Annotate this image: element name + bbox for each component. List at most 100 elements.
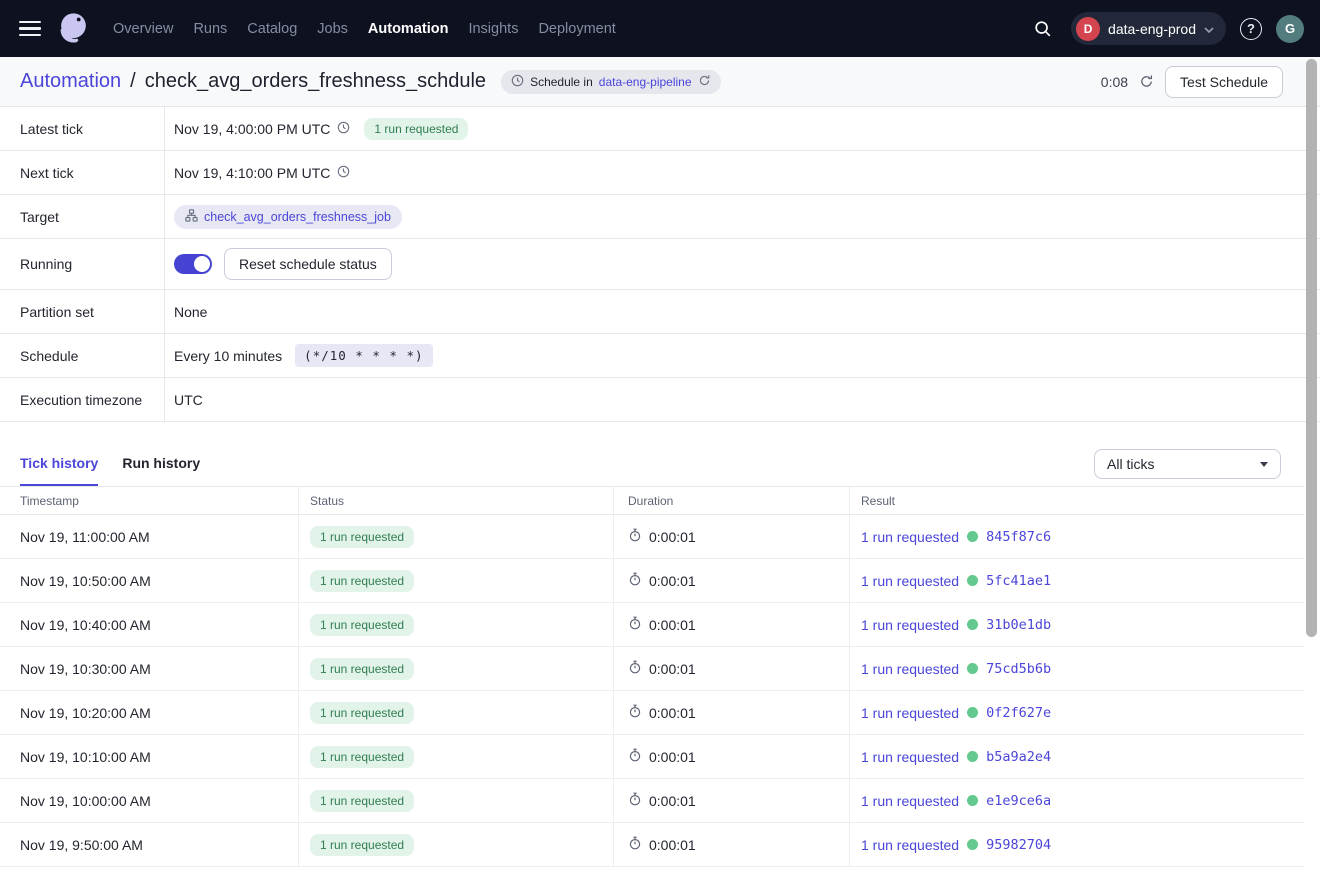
runs-requested-link[interactable]: 1 run requested <box>861 661 959 677</box>
status-badge: 1 run requested <box>310 570 414 592</box>
nav-item-automation[interactable]: Automation <box>368 21 449 37</box>
clock-icon <box>337 165 350 181</box>
schedule-details: Latest tick Nov 19, 4:00:00 PM UTC 1 run… <box>0 107 1320 422</box>
partition-set-value: None <box>174 304 207 320</box>
tick-result-cell: 1 run requested 95982704 <box>850 823 1304 867</box>
stopwatch-icon <box>628 572 642 589</box>
status-badge: 1 run requested <box>310 614 414 636</box>
run-success-dot <box>967 619 978 630</box>
runs-requested-link[interactable]: 1 run requested <box>861 793 959 809</box>
run-id-link[interactable]: 5fc41ae1 <box>986 573 1051 589</box>
tick-duration-cell: 0:00:01 <box>614 515 850 559</box>
caret-down-icon <box>1260 462 1268 467</box>
run-success-dot <box>967 795 978 806</box>
nav-item-catalog[interactable]: Catalog <box>247 21 297 37</box>
latest-tick-row: Latest tick Nov 19, 4:00:00 PM UTC 1 run… <box>0 107 1320 151</box>
chevron-down-icon <box>1204 20 1214 38</box>
reset-schedule-status-button[interactable]: Reset schedule status <box>224 248 392 280</box>
stopwatch-icon <box>628 528 642 545</box>
run-id-link[interactable]: 75cd5b6b <box>986 661 1051 677</box>
runs-requested-link[interactable]: 1 run requested <box>861 617 959 633</box>
status-badge: 1 run requested <box>310 746 414 768</box>
tick-filter-select[interactable]: All ticks <box>1094 449 1281 479</box>
dagster-octopus-logo[interactable] <box>54 10 92 48</box>
tick-timestamp: Nov 19, 10:50:00 AM <box>0 559 299 603</box>
schedule-label: Schedule <box>0 334 165 377</box>
latest-tick-value: Nov 19, 4:00:00 PM UTC <box>174 121 330 137</box>
tick-timestamp: Nov 19, 10:20:00 AM <box>0 691 299 735</box>
target-label: Target <box>0 195 165 238</box>
workspace-initial-badge: D <box>1076 17 1100 41</box>
runs-requested-link[interactable]: 1 run requested <box>861 749 959 765</box>
breadcrumb-automation-link[interactable]: Automation <box>20 70 121 93</box>
running-toggle[interactable] <box>174 254 212 274</box>
test-schedule-button[interactable]: Test Schedule <box>1165 66 1283 98</box>
hamburger-menu-icon[interactable] <box>19 21 41 37</box>
tick-result-cell: 1 run requested b5a9a2e4 <box>850 735 1304 779</box>
page-title: check_avg_orders_freshness_schdule <box>145 70 486 93</box>
top-nav: Overview Runs Catalog Jobs Automation In… <box>0 0 1320 57</box>
tick-result-cell: 1 run requested 0f2f627e <box>850 691 1304 735</box>
column-header-timestamp: Timestamp <box>0 487 299 515</box>
run-success-dot <box>967 751 978 762</box>
running-label: Running <box>0 239 165 289</box>
tick-history-table: Timestamp Status Duration Result Nov 19,… <box>0 486 1304 867</box>
stopwatch-icon <box>628 836 642 853</box>
tick-duration-cell: 0:00:01 <box>614 823 850 867</box>
runs-requested-link[interactable]: 1 run requested <box>861 705 959 721</box>
status-badge: 1 run requested <box>310 790 414 812</box>
tick-result-cell: 1 run requested 845f87c6 <box>850 515 1304 559</box>
nav-item-runs[interactable]: Runs <box>193 21 227 37</box>
target-job-name: check_avg_orders_freshness_job <box>204 210 391 224</box>
tick-status-cell: 1 run requested <box>299 515 614 559</box>
status-badge: 1 run requested <box>310 658 414 680</box>
run-id-link[interactable]: 845f87c6 <box>986 529 1051 545</box>
nav-item-overview[interactable]: Overview <box>113 21 173 37</box>
tick-timestamp: Nov 19, 10:40:00 AM <box>0 603 299 647</box>
stopwatch-icon <box>628 748 642 765</box>
runs-requested-link[interactable]: 1 run requested <box>861 837 959 853</box>
tick-status-cell: 1 run requested <box>299 691 614 735</box>
run-id-link[interactable]: b5a9a2e4 <box>986 749 1051 765</box>
latest-tick-label: Latest tick <box>0 107 165 150</box>
timezone-row: Execution timezone UTC <box>0 378 1320 422</box>
runs-requested-link[interactable]: 1 run requested <box>861 573 959 589</box>
tick-duration-cell: 0:00:01 <box>614 647 850 691</box>
run-success-dot <box>967 531 978 542</box>
tick-duration-cell: 0:00:01 <box>614 735 850 779</box>
nav-item-insights[interactable]: Insights <box>468 21 518 37</box>
target-job-link[interactable]: check_avg_orders_freshness_job <box>174 205 402 229</box>
user-avatar[interactable]: G <box>1276 15 1304 43</box>
tick-duration-cell: 0:00:01 <box>614 603 850 647</box>
stopwatch-icon <box>628 792 642 809</box>
tab-tick-history[interactable]: Tick history <box>20 455 98 486</box>
run-success-dot <box>967 707 978 718</box>
schedule-value: Every 10 minutes <box>174 348 282 364</box>
timezone-label: Execution timezone <box>0 378 165 421</box>
run-id-link[interactable]: 95982704 <box>986 837 1051 853</box>
target-row: Target check_avg_orders_freshness_job <box>0 195 1320 239</box>
clock-icon <box>511 74 524 90</box>
workspace-name: data-eng-prod <box>1108 21 1196 37</box>
run-id-link[interactable]: 31b0e1db <box>986 617 1051 633</box>
next-tick-label: Next tick <box>0 151 165 194</box>
run-id-link[interactable]: 0f2f627e <box>986 705 1051 721</box>
tab-run-history[interactable]: Run history <box>122 455 200 486</box>
runs-requested-link[interactable]: 1 run requested <box>861 529 959 545</box>
tick-duration-cell: 0:00:01 <box>614 691 850 735</box>
history-tabs-row: Tick history Run history All ticks <box>0 442 1320 486</box>
stopwatch-icon <box>628 704 642 721</box>
nav-item-jobs[interactable]: Jobs <box>317 21 348 37</box>
refresh-icon[interactable] <box>1139 74 1154 89</box>
tick-status-cell: 1 run requested <box>299 647 614 691</box>
search-icon[interactable] <box>1029 15 1057 43</box>
tick-filter-value: All ticks <box>1107 456 1154 472</box>
reload-location-icon[interactable] <box>698 74 711 90</box>
vertical-scrollbar-thumb[interactable] <box>1306 59 1317 637</box>
clock-icon <box>337 121 350 137</box>
nav-item-deployment[interactable]: Deployment <box>538 21 615 37</box>
code-location-link[interactable]: data-eng-pipeline <box>599 75 692 89</box>
run-id-link[interactable]: e1e9ce6a <box>986 793 1051 809</box>
workspace-switcher[interactable]: D data-eng-prod <box>1071 12 1226 45</box>
help-icon[interactable]: ? <box>1240 18 1262 40</box>
